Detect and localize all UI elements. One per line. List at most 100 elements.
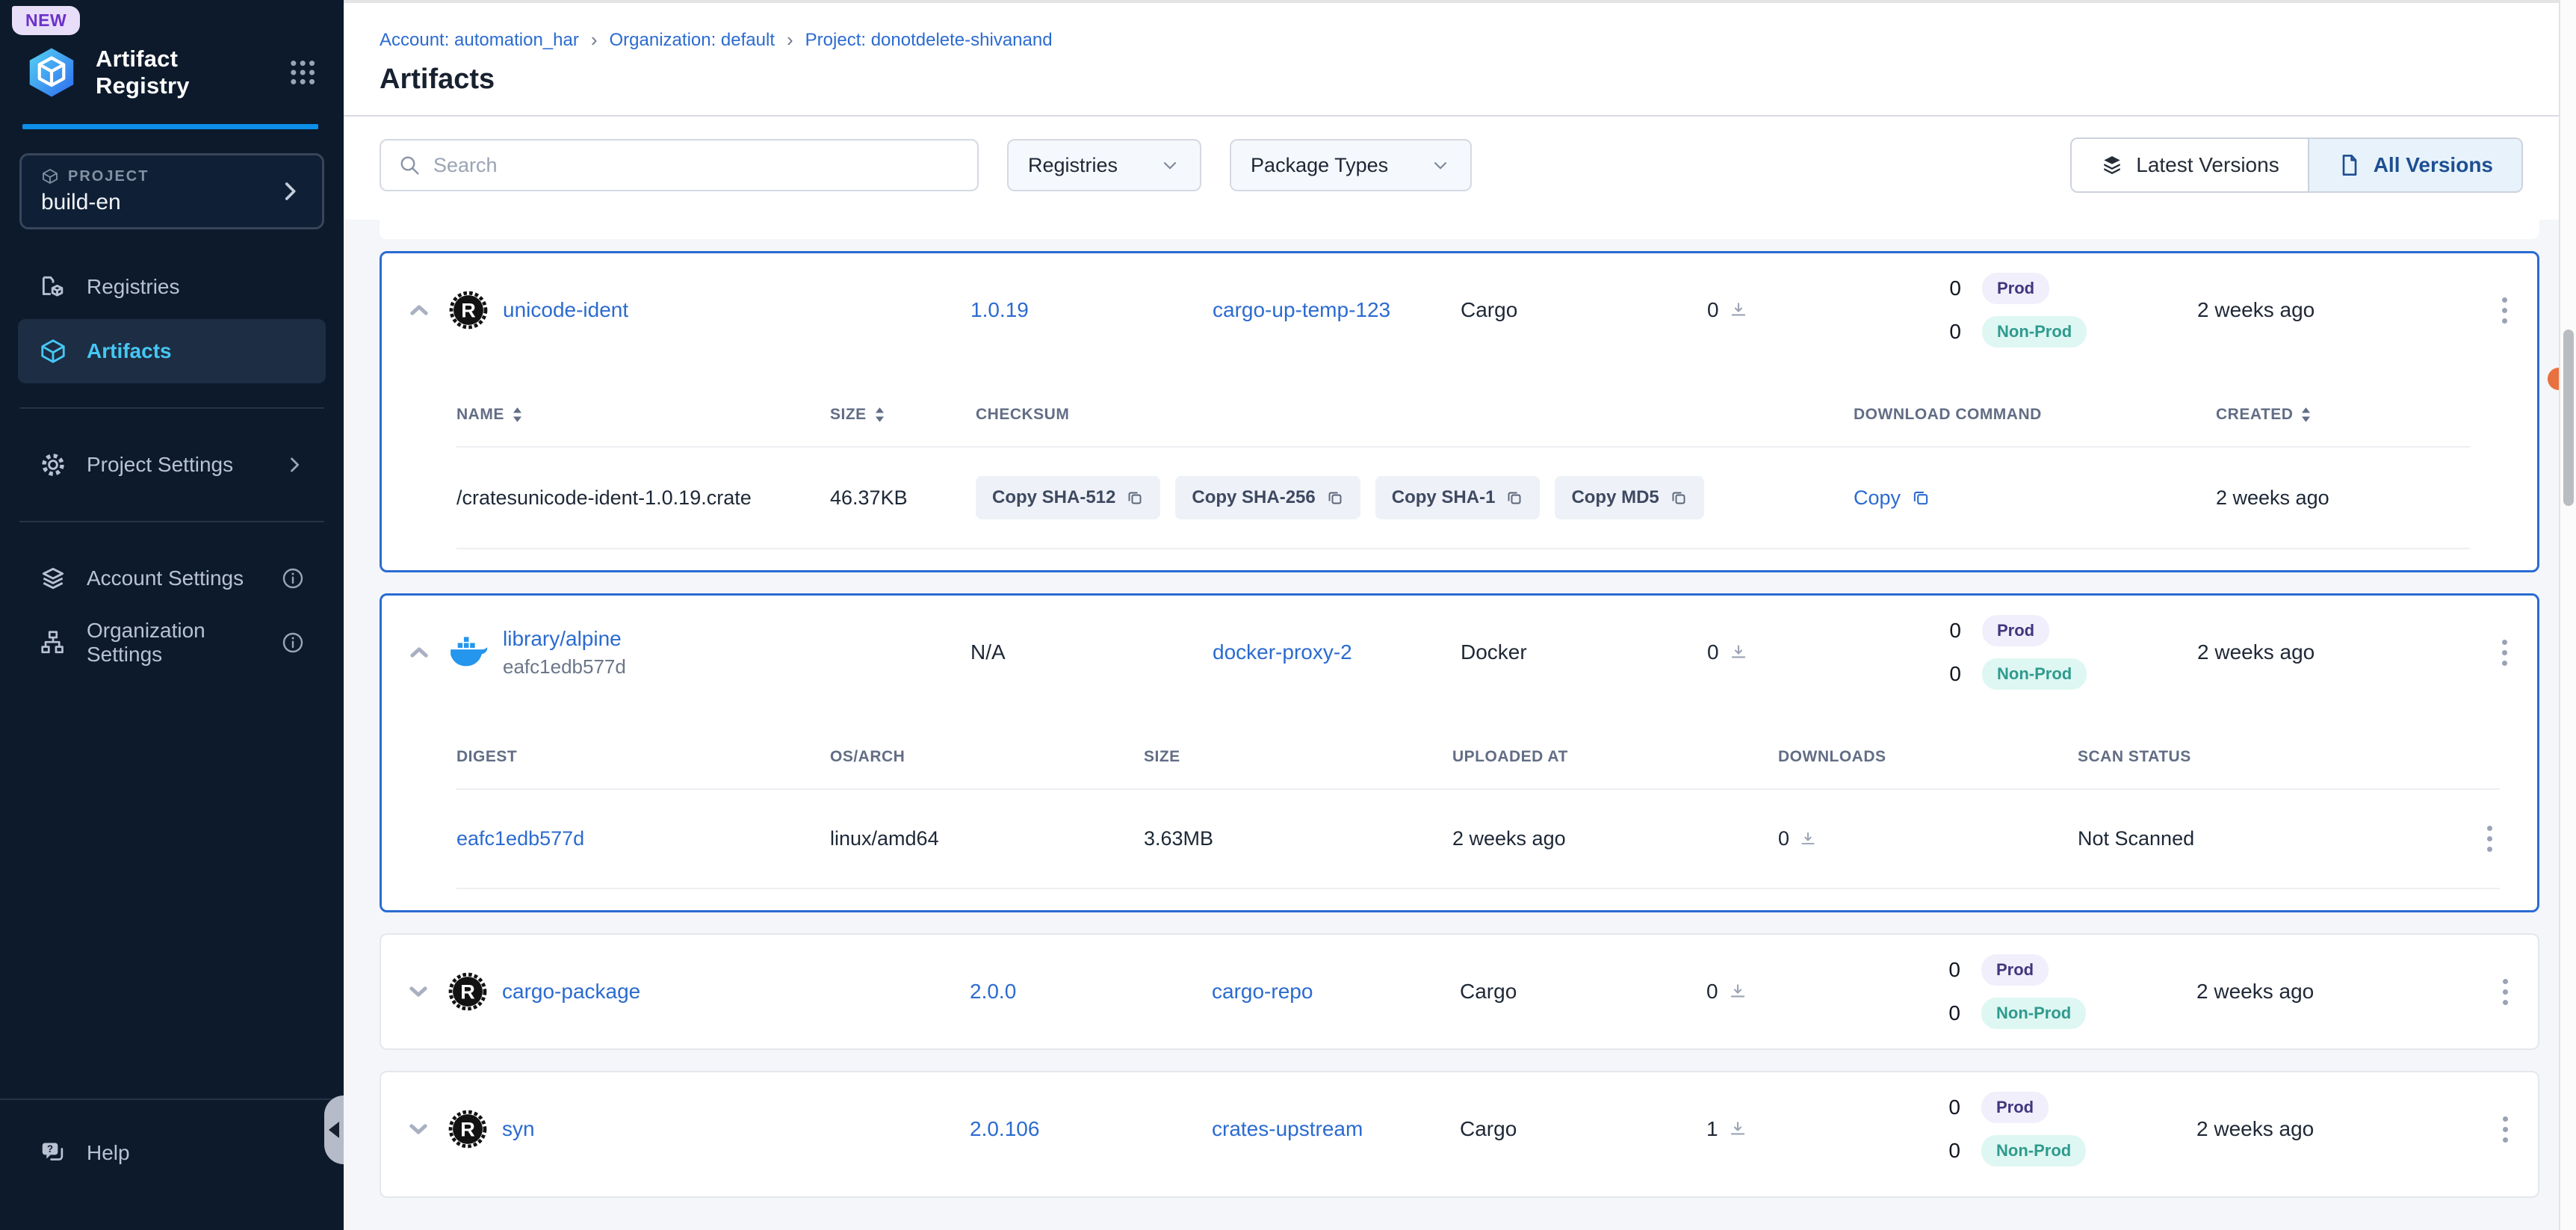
nonprod-badge: Non-Prod [1981,998,2086,1029]
nonprod-count-row: 0 Non-Prod [1944,1135,2093,1166]
sidebar-item-registries[interactable]: Registries [18,255,326,319]
row-menu-kebab-icon[interactable] [2480,818,2500,859]
digest-link[interactable]: eafc1edb577d [456,827,584,850]
artifact-name-link[interactable]: cargo-package [502,980,928,1004]
copy-sha512-button[interactable]: Copy SHA-512 [976,476,1160,519]
breadcrumb-account[interactable]: Account: automation_har [380,30,579,51]
prod-count: 0 [1945,619,1961,643]
artifact-registry-logo-icon [22,43,81,102]
app-switcher-grid-icon[interactable] [287,56,318,89]
artifact-row: R syn 2.0.106 crates-upstream Cargo 1 [381,1072,2538,1186]
environment-counts: 0 Prod 0 Non-Prod [1862,1077,2093,1181]
search-input[interactable] [433,154,961,177]
col-header-size[interactable]: SIZE [830,406,976,424]
copy-icon [1911,488,1931,507]
artifact-name-link[interactable]: syn [502,1117,928,1141]
artifact-version-link[interactable]: 1.0.19 [970,298,1029,321]
layers-table: DIGEST OS/ARCH SIZE UPLOADED AT DOWNLOAD… [456,709,2500,910]
sidebar-item-artifacts[interactable]: Artifacts [18,319,326,383]
checksum-buttons: Copy SHA-512 Copy SHA-256 Copy SHA-1 Cop… [976,476,1854,519]
row-menu-kebab-icon[interactable] [2495,290,2515,331]
artifact-registry-link[interactable]: crates-upstream [1212,1117,1363,1140]
cargo-rust-icon: R [448,972,487,1011]
copy-download-command-link[interactable]: Copy [1854,486,1931,510]
sidebar-item-help[interactable]: ? Help [18,1121,326,1185]
sidebar-item-label: Artifacts [87,339,172,363]
prod-count: 0 [1944,958,1960,982]
registries-icon [39,273,67,301]
scrollbar-thumb[interactable] [2563,330,2574,506]
collapse-caret-icon[interactable] [404,295,434,325]
copy-icon [1670,489,1688,507]
sidebar-bottom: ? Help [0,1098,344,1230]
col-header-scan-status: SCAN STATUS [2078,748,2447,766]
artifact-registry-link[interactable]: cargo-repo [1212,980,1313,1003]
artifact-registry-link[interactable]: docker-proxy-2 [1213,640,1352,664]
row-menu-kebab-icon[interactable] [2495,1109,2515,1150]
col-header-name[interactable]: NAME [456,406,830,424]
breadcrumb-organization[interactable]: Organization: default [610,30,775,51]
col-header-size: SIZE [1144,748,1452,766]
copy-md5-button[interactable]: Copy MD5 [1555,476,1703,519]
col-header-created[interactable]: CREATED [2216,406,2470,424]
sidebar-item-organization-settings[interactable]: Organization Settings [18,611,326,675]
info-icon [281,566,305,590]
help-chat-icon: ? [39,1139,67,1167]
artifact-row: library/alpine eafc1edb577d N/A docker-p… [382,596,2537,709]
latest-versions-button[interactable]: Latest Versions [2072,139,2307,191]
brand-accent-bar [22,124,318,129]
chevron-down-icon [1159,155,1180,176]
prod-count-row: 0 Prod [1945,615,2094,646]
breadcrumb-project[interactable]: Project: donotdelete-shivanand [805,30,1053,51]
sort-icon[interactable] [2300,407,2312,423]
row-menu-kebab-icon[interactable] [2495,971,2515,1013]
copy-sha256-button[interactable]: Copy SHA-256 [1175,476,1360,519]
copy-icon [1126,489,1144,507]
artifact-name-link[interactable]: library/alpine [503,627,929,651]
expand-caret-icon[interactable] [403,1114,433,1144]
copy-sha1-button[interactable]: Copy SHA-1 [1375,476,1541,519]
artifact-version-cell: 1.0.19 [944,298,1190,322]
artifact-registry-link[interactable]: cargo-up-temp-123 [1213,298,1390,321]
size-cell: 3.63MB [1144,827,1452,850]
sidebar-collapse-handle[interactable] [324,1095,344,1164]
download-icon [1798,829,1818,849]
col-header-checksum: CHECKSUM [976,406,1854,424]
sidebar-item-account-settings[interactable]: Account Settings [18,546,326,611]
col-header-download-command: DOWNLOAD COMMAND [1854,406,2216,424]
artifact-updated-time: 2 weeks ago [2093,980,2471,1004]
artifact-name-link[interactable]: unicode-ident [503,298,929,322]
layers-icon [2100,153,2124,177]
collapse-caret-icon[interactable] [404,637,434,667]
sort-icon[interactable] [874,407,885,423]
artifact-version-link[interactable]: 2.0.0 [970,980,1016,1003]
prod-count-row: 0 Prod [1944,954,2093,986]
registries-dropdown[interactable]: Registries [1007,139,1201,191]
artifact-card-library-alpine: library/alpine eafc1edb577d N/A docker-p… [380,593,2539,912]
svg-text:R: R [460,1118,475,1141]
file-size: 46.37KB [830,486,976,510]
expand-caret-icon[interactable] [403,977,433,1007]
all-versions-button[interactable]: All Versions [2308,139,2521,191]
sort-icon[interactable] [512,407,523,423]
chevron-right-icon [284,454,305,475]
search-box [380,139,979,191]
file-row: /cratesunicode-ident-1.0.19.crate 46.37K… [456,448,2470,549]
artifact-card-syn: R syn 2.0.106 crates-upstream Cargo 1 [380,1071,2539,1198]
project-selector[interactable]: PROJECT build-en [19,153,324,229]
digest-row: eafc1edb577d linux/amd64 3.63MB 2 weeks … [456,790,2500,889]
sidebar-item-label: Project Settings [87,453,233,477]
sidebar-item-project-settings[interactable]: Project Settings [18,433,326,497]
prod-count-row: 0 Prod [1944,1092,2093,1123]
row-menu-kebab-icon[interactable] [2495,632,2515,673]
layers-table-header: DIGEST OS/ARCH SIZE UPLOADED AT DOWNLOAD… [456,709,2500,790]
artifact-version-link[interactable]: 2.0.106 [970,1117,1039,1140]
breadcrumb: Account: automation_har › Organization: … [380,28,2523,52]
sidebar-item-label: Organization Settings [87,619,261,667]
package-types-dropdown[interactable]: Package Types [1230,139,1472,191]
chevron-down-icon [1430,155,1451,176]
nonprod-badge: Non-Prod [1981,1135,2086,1166]
svg-text:?: ? [47,1143,53,1155]
artifact-downloads: 0 [1616,640,1863,664]
artifact-downloads: 0 [1615,980,1862,1004]
